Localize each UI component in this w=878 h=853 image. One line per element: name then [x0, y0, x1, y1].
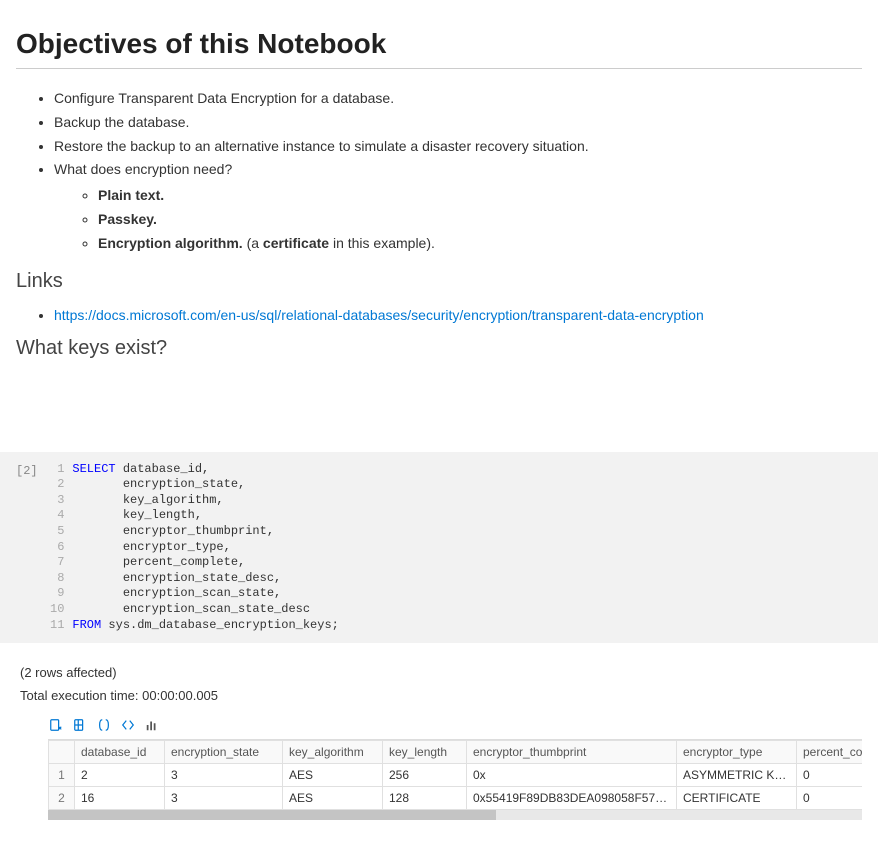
code-text: encryption_scan_state_desc — [72, 602, 310, 616]
code-text: encryptor_thumbprint, — [72, 524, 274, 538]
export-json-icon[interactable] — [96, 717, 112, 733]
code-text: encryption_state, — [72, 477, 245, 491]
code-cell[interactable]: [2] 1 2 3 4 5 6 7 8 9 10 11 SELECT datab… — [0, 452, 878, 644]
sql-code[interactable]: SELECT database_id, encryption_state, ke… — [72, 462, 338, 634]
table-row[interactable]: 1 2 3 AES 256 0x ASYMMETRIC KEY 0 — [49, 764, 863, 787]
col-header[interactable]: encryptor_type — [677, 741, 797, 764]
col-header[interactable] — [49, 741, 75, 764]
horizontal-scrollbar[interactable] — [48, 810, 862, 820]
export-xml-icon[interactable] — [120, 717, 136, 733]
col-header[interactable]: database_id — [75, 741, 165, 764]
cell[interactable]: AES — [283, 787, 383, 810]
cell[interactable]: ASYMMETRIC KEY — [677, 764, 797, 787]
col-header[interactable]: key_algorithm — [283, 741, 383, 764]
chart-icon[interactable] — [144, 717, 160, 733]
export-csv-icon[interactable] — [48, 717, 64, 733]
list-item: Encryption algorithm. (a certificate in … — [98, 232, 862, 256]
line-number: 1 — [50, 462, 64, 478]
code-text: encryption_scan_state, — [72, 586, 281, 600]
output-area: (2 rows affected) Total execution time: … — [16, 643, 862, 820]
notebook-page: Objectives of this Notebook Configure Tr… — [0, 0, 878, 820]
objectives-sublist: Plain text. Passkey. Encryption algorith… — [54, 184, 862, 255]
bold-text: Encryption algorithm. — [98, 235, 243, 251]
spacer — [16, 374, 862, 452]
results-table-wrap: database_id encryption_state key_algorit… — [48, 739, 862, 810]
keyword: SELECT — [72, 462, 115, 476]
cell[interactable]: AES — [283, 764, 383, 787]
line-number: 3 — [50, 493, 64, 509]
code-text: encryption_state_desc, — [72, 571, 281, 585]
list-item: https://docs.microsoft.com/en-us/sql/rel… — [54, 307, 862, 323]
line-gutter: 1 2 3 4 5 6 7 8 9 10 11 — [50, 462, 72, 634]
links-heading: Links — [16, 270, 862, 293]
page-title: Objectives of this Notebook — [16, 28, 862, 60]
bold-text: Passkey. — [98, 211, 157, 227]
links-list: https://docs.microsoft.com/en-us/sql/rel… — [16, 307, 862, 323]
cell[interactable]: 16 — [75, 787, 165, 810]
code-text: key_algorithm, — [72, 493, 223, 507]
line-number: 5 — [50, 524, 64, 540]
section-heading: What keys exist? — [16, 337, 862, 360]
doc-link[interactable]: https://docs.microsoft.com/en-us/sql/rel… — [54, 307, 704, 323]
code-text: key_length, — [72, 508, 202, 522]
code-text: percent_complete, — [72, 555, 245, 569]
cell[interactable]: 0 — [797, 787, 863, 810]
line-number: 8 — [50, 571, 64, 587]
cell[interactable]: 256 — [383, 764, 467, 787]
keyword: FROM — [72, 618, 101, 632]
line-number: 10 — [50, 602, 64, 618]
list-item: Configure Transparent Data Encryption fo… — [54, 87, 862, 111]
cell[interactable]: 0x55419F89DB83DEA098058F57E0… — [467, 787, 677, 810]
table-header-row: database_id encryption_state key_algorit… — [49, 741, 863, 764]
rows-affected: (2 rows affected) — [20, 665, 862, 680]
line-number: 6 — [50, 540, 64, 556]
text: in this example). — [329, 235, 435, 251]
table-row[interactable]: 2 16 3 AES 128 0x55419F89DB83DEA098058F5… — [49, 787, 863, 810]
results-toolbar — [16, 711, 862, 739]
cell[interactable]: 128 — [383, 787, 467, 810]
cell[interactable]: 2 — [75, 764, 165, 787]
objectives-list: Configure Transparent Data Encryption fo… — [16, 87, 862, 256]
code-text: encryptor_type, — [72, 540, 230, 554]
line-number: 4 — [50, 508, 64, 524]
line-number: 11 — [50, 618, 64, 634]
scrollbar-thumb[interactable] — [48, 810, 496, 820]
list-item: What does encryption need? Plain text. P… — [54, 158, 862, 255]
code-text: sys.dm_database_encryption_keys; — [101, 618, 339, 632]
col-header[interactable]: percent_complete — [797, 741, 863, 764]
code-text: database_id, — [116, 462, 210, 476]
row-number: 2 — [49, 787, 75, 810]
bold-text: certificate — [263, 235, 329, 251]
row-number: 1 — [49, 764, 75, 787]
list-item: Restore the backup to an alternative ins… — [54, 135, 862, 159]
col-header[interactable]: encryptor_thumbprint — [467, 741, 677, 764]
cell[interactable]: 0 — [797, 764, 863, 787]
export-excel-icon[interactable] — [72, 717, 88, 733]
cell[interactable]: 3 — [165, 787, 283, 810]
results-table[interactable]: database_id encryption_state key_algorit… — [48, 740, 862, 810]
line-number: 2 — [50, 477, 64, 493]
list-item: Plain text. — [98, 184, 862, 208]
cell[interactable]: CERTIFICATE — [677, 787, 797, 810]
cell[interactable]: 3 — [165, 764, 283, 787]
text: (a — [243, 235, 263, 251]
line-number: 7 — [50, 555, 64, 571]
list-item: Passkey. — [98, 208, 862, 232]
divider — [16, 68, 862, 69]
col-header[interactable]: key_length — [383, 741, 467, 764]
list-item: Backup the database. — [54, 111, 862, 135]
bold-text: Plain text. — [98, 187, 164, 203]
line-number: 9 — [50, 586, 64, 602]
execution-time: Total execution time: 00:00:00.005 — [20, 688, 862, 703]
list-item-label: What does encryption need? — [54, 161, 232, 177]
col-header[interactable]: encryption_state — [165, 741, 283, 764]
execution-count: [2] — [16, 462, 50, 634]
cell[interactable]: 0x — [467, 764, 677, 787]
